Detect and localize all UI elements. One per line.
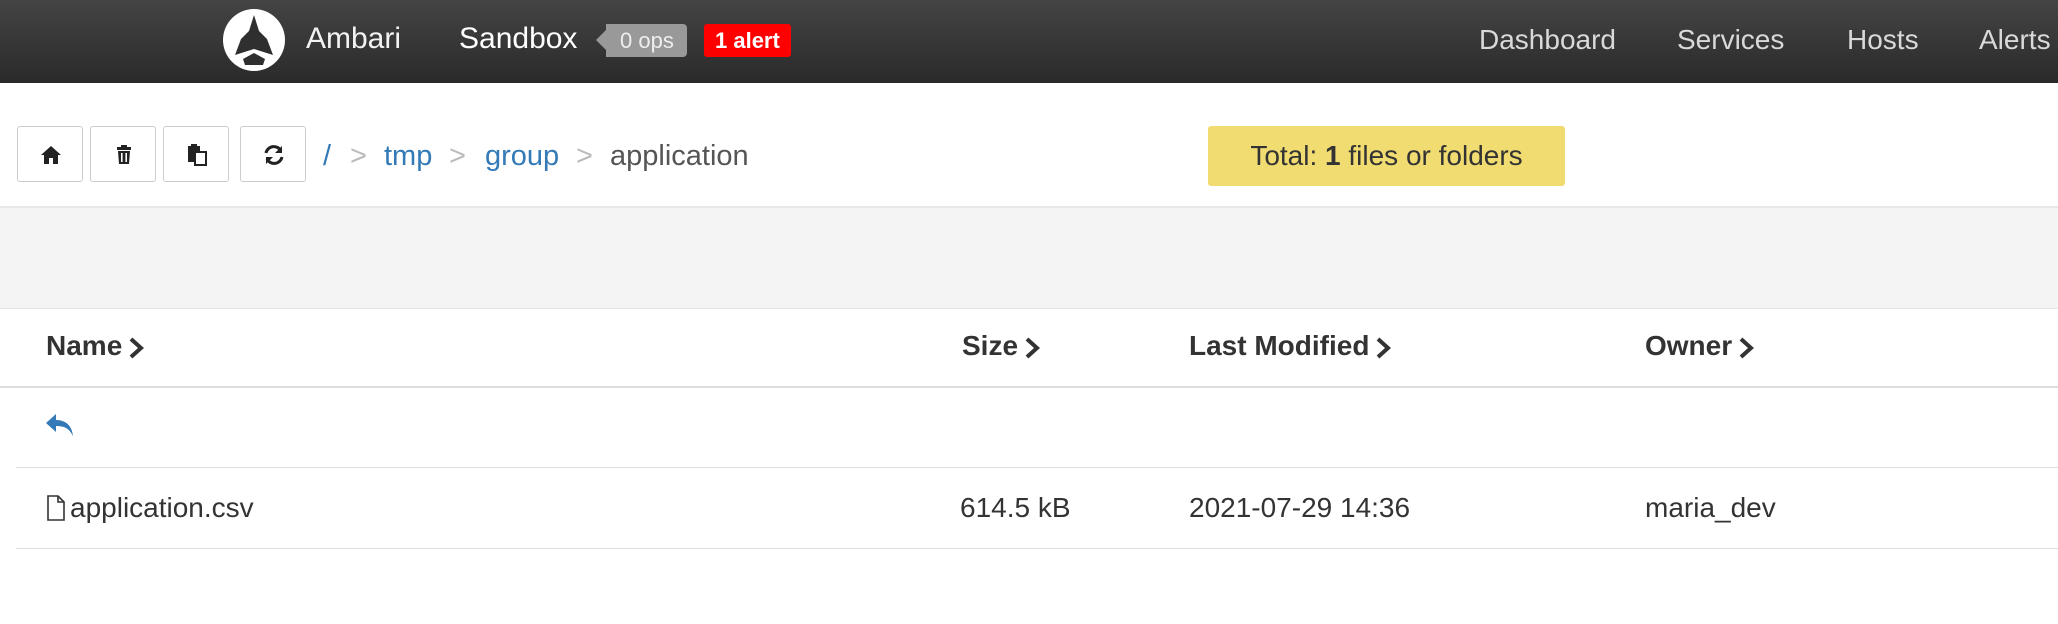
- delete-button[interactable]: [90, 126, 156, 182]
- breadcrumb-current: application: [610, 140, 749, 172]
- file-toolbar: [0, 83, 2058, 207]
- total-prefix: Total:: [1250, 140, 1318, 171]
- breadcrumb-tmp[interactable]: tmp: [384, 140, 432, 173]
- chevron-right-icon: [1025, 337, 1041, 359]
- column-modified-header[interactable]: Last Modified: [1189, 330, 1392, 362]
- upload-drop-area: [0, 207, 2058, 309]
- nav-hosts[interactable]: Hosts: [1847, 24, 1919, 56]
- table-header: Name Size Last Modified Owner: [0, 308, 2058, 388]
- breadcrumb-separator: >: [449, 140, 466, 172]
- total-count: 1: [1325, 140, 1341, 171]
- trash-icon: [117, 145, 131, 164]
- file-modified-cell: 2021-07-29 14:36: [1189, 492, 1411, 523]
- refresh-button[interactable]: [240, 126, 306, 182]
- file-owner-cell: maria_dev: [1645, 492, 1776, 523]
- ops-badge[interactable]: 0 ops: [596, 24, 687, 57]
- column-owner-header[interactable]: Owner: [1645, 330, 1755, 362]
- parent-directory-row[interactable]: [16, 388, 2058, 468]
- reply-back-icon[interactable]: [44, 412, 76, 438]
- total-count-badge: Total: 1 files or folders: [1208, 126, 1565, 186]
- nav-dashboard[interactable]: Dashboard: [1479, 24, 1616, 56]
- chevron-right-icon: [1739, 337, 1755, 359]
- nav-alerts[interactable]: Alerts: [1979, 24, 2051, 56]
- home-icon: [41, 146, 61, 164]
- nav-services[interactable]: Services: [1677, 24, 1784, 56]
- refresh-icon: [264, 145, 284, 165]
- breadcrumb-group[interactable]: group: [485, 140, 559, 173]
- alert-badge[interactable]: 1 alert: [704, 24, 791, 57]
- file-icon: [47, 495, 65, 521]
- ambari-logo-icon[interactable]: [223, 9, 285, 71]
- table-row[interactable]: application.csv 614.5 kB 2021-07-29 14:3…: [16, 468, 2058, 549]
- file-size-cell: 614.5 kB: [960, 492, 1071, 523]
- breadcrumb-separator: >: [576, 140, 593, 172]
- column-size-header[interactable]: Size: [962, 330, 1041, 362]
- chevron-right-icon: [1377, 337, 1392, 359]
- brand-name[interactable]: Ambari: [306, 22, 401, 56]
- column-name-header[interactable]: Name: [46, 330, 145, 362]
- top-navbar: Ambari Sandbox 0 ops 1 alert Dashboard S…: [0, 0, 2058, 84]
- file-name: application.csv: [70, 492, 254, 523]
- paste-button[interactable]: [163, 126, 229, 182]
- breadcrumb-root[interactable]: /: [323, 140, 331, 173]
- breadcrumb-separator: >: [350, 140, 367, 172]
- total-suffix: files or folders: [1348, 140, 1523, 171]
- paste-icon: [188, 144, 207, 166]
- file-name-cell[interactable]: application.csv: [46, 492, 254, 524]
- chevron-right-icon: [129, 337, 145, 359]
- home-button[interactable]: [17, 126, 83, 182]
- cluster-name[interactable]: Sandbox: [459, 22, 577, 56]
